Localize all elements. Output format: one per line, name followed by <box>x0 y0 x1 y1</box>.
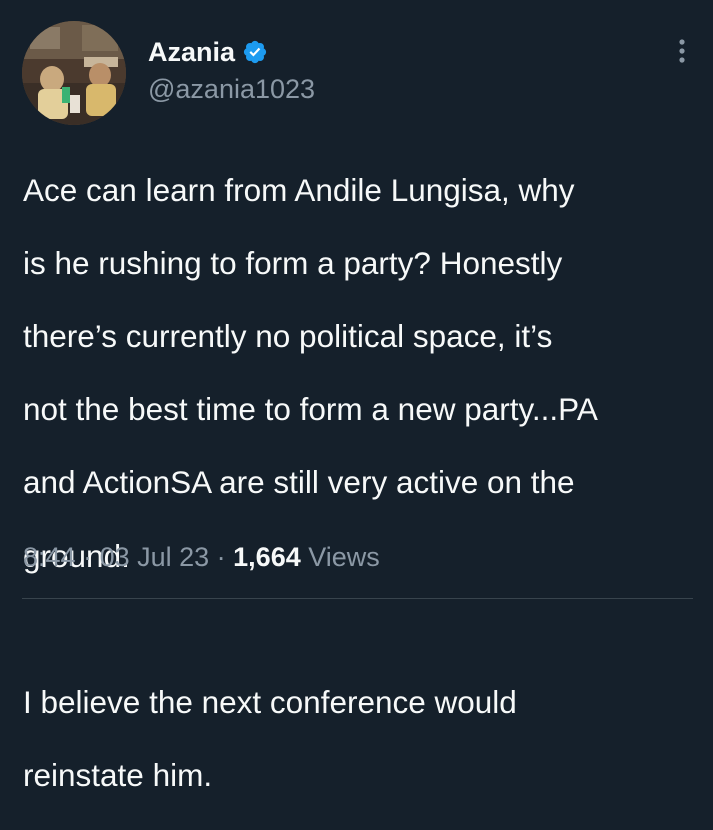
tweet-metadata: 8:44 · 03 Jul 23 · 1,664 Views <box>23 539 380 575</box>
verified-badge-icon[interactable] <box>242 39 268 65</box>
tweet-time[interactable]: 8:44 <box>23 542 76 572</box>
tweet-text-line: Ace can learn from Andile Lungisa, why <box>23 171 575 208</box>
tweet-text-line: is he rushing to form a party? Honestly <box>23 244 563 281</box>
meta-separator: · <box>75 542 100 572</box>
views-label: Views <box>308 542 380 572</box>
tweet-text-line: and ActionSA are still very active on th… <box>23 464 575 501</box>
tweet-card: Azania @azania1023 Ace can learn from An… <box>0 0 713 793</box>
meta-separator: · <box>209 542 234 572</box>
author-handle[interactable]: @azania1023 <box>148 72 315 106</box>
tweet-text-line: reinstate him. <box>23 757 213 794</box>
avatar[interactable] <box>22 21 126 125</box>
tweet-text-line: not the best time to form a new party...… <box>23 391 598 428</box>
author-display-name[interactable]: Azania <box>148 34 235 70</box>
more-options-icon[interactable] <box>670 36 694 66</box>
avatar-photo <box>22 21 126 125</box>
tweet-date[interactable]: 03 Jul 23 <box>100 542 210 572</box>
tweet-text: Ace can learn from Andile Lungisa, why i… <box>23 135 698 830</box>
author-name-row[interactable]: Azania <box>148 34 268 70</box>
divider <box>22 598 693 599</box>
tweet-text-line: I believe the next conference would <box>23 683 517 720</box>
tweet-text-line: there’s currently no political space, it… <box>23 317 553 354</box>
views-count[interactable]: 1,664 <box>233 542 301 572</box>
